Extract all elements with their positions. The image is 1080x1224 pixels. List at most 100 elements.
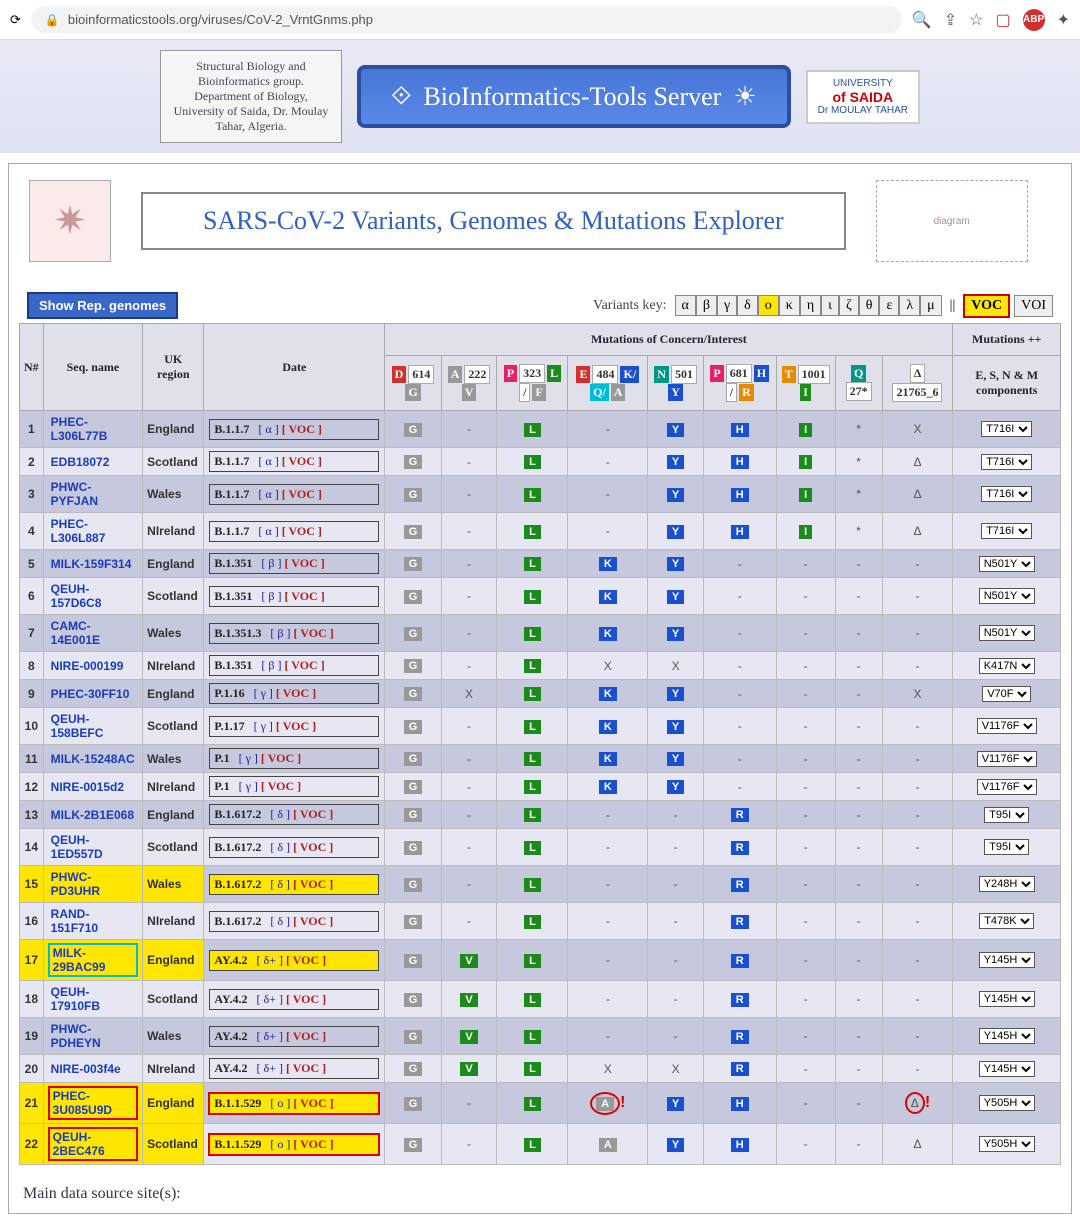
greek-key-λ[interactable]: λ: [899, 295, 920, 316]
mutation-cell: R: [704, 903, 776, 940]
mutation-select[interactable]: V1176F: [977, 718, 1037, 734]
mutation-select[interactable]: N501Y: [979, 588, 1035, 604]
mutation-select[interactable]: T716I: [981, 454, 1032, 470]
star-icon[interactable]: ☆: [969, 10, 983, 30]
mutation-cell: *: [835, 476, 882, 513]
lineage-box[interactable]: AY.4.2 [ δ+ ] [ VOC ]: [209, 1026, 379, 1047]
voi-chip[interactable]: VOI: [1014, 295, 1053, 317]
mutation-cell: Y: [648, 550, 704, 578]
lineage-box[interactable]: AY.4.2 [ δ+ ] [ VOC ]: [209, 1058, 379, 1079]
row-number: 4: [20, 513, 44, 550]
mutation-cell: -: [882, 652, 953, 680]
abp-icon[interactable]: ABP: [1023, 9, 1045, 31]
sequence-link[interactable]: QEUH-157D6C8: [48, 581, 138, 611]
sequence-link[interactable]: QEUH-1ED557D: [48, 832, 138, 862]
greek-key-κ[interactable]: κ: [779, 295, 800, 316]
greek-key-ο[interactable]: ο: [758, 295, 779, 316]
lineage-box[interactable]: B.1.351 [ β ] [ VOC ]: [209, 655, 379, 676]
greek-key-θ[interactable]: θ: [859, 295, 880, 316]
sequence-link[interactable]: PHEC-30FF10: [48, 686, 133, 702]
share-icon[interactable]: ⇪: [944, 10, 957, 30]
mutation-cell: -: [648, 829, 704, 866]
mutation-select[interactable]: K417N: [979, 658, 1035, 674]
sequence-link[interactable]: NIRE-003f4e: [48, 1061, 124, 1077]
greek-key-ι[interactable]: ι: [821, 295, 839, 316]
mutation-select[interactable]: T716I: [981, 421, 1032, 437]
mutation-select[interactable]: N501Y: [979, 556, 1035, 572]
greek-key-η[interactable]: η: [800, 295, 821, 316]
lineage-box[interactable]: P.1.17 [ γ ] [ VOC ]: [209, 716, 379, 737]
mutation-select[interactable]: Y145H: [979, 1061, 1035, 1077]
lineage-box[interactable]: B.1.1.529 [ ο ] [ VOC ]: [208, 1092, 380, 1115]
sequence-link[interactable]: MILK-159F314: [48, 556, 135, 572]
zoom-icon[interactable]: 🔍: [912, 10, 932, 30]
greek-key-α[interactable]: α: [675, 295, 696, 316]
region-cell: Scotland: [143, 708, 204, 745]
mutation-select[interactable]: V1176F: [977, 751, 1037, 767]
sequence-link[interactable]: EDB18072: [48, 454, 113, 470]
mutation-select[interactable]: T716I: [981, 523, 1032, 539]
sequence-link[interactable]: PHEC-L306L77B: [48, 414, 138, 444]
greek-key-γ[interactable]: γ: [717, 295, 737, 316]
mutation-select[interactable]: T95I: [984, 839, 1029, 855]
greek-key-μ[interactable]: μ: [920, 295, 942, 316]
sequence-link[interactable]: QEUH-17910FB: [48, 984, 138, 1014]
reload-icon[interactable]: ⟳: [10, 12, 21, 28]
sequence-link[interactable]: NIRE-0015d2: [48, 779, 127, 795]
mutation-select[interactable]: Y145H: [979, 1028, 1035, 1044]
lineage-box[interactable]: P.1 [ γ ] [ VOC ]: [209, 748, 379, 769]
lineage-box[interactable]: B.1.617.2 [ δ ] [ VOC ]: [209, 874, 379, 895]
voc-chip[interactable]: VOC: [963, 294, 1010, 318]
sequence-link[interactable]: PHEC-3U085U9D: [48, 1086, 138, 1120]
lineage-box[interactable]: P.1 [ γ ] [ VOC ]: [209, 776, 379, 797]
sequence-link[interactable]: NIRE-000199: [48, 658, 127, 674]
greek-key-δ[interactable]: δ: [737, 295, 758, 316]
lineage-box[interactable]: B.1.1.7 [ α ] [ VOC ]: [209, 451, 379, 472]
lineage-box[interactable]: B.1.351 [ β ] [ VOC ]: [209, 586, 379, 607]
lineage-box[interactable]: AY.4.2 [ δ+ ] [ VOC ]: [209, 989, 379, 1010]
lineage-box[interactable]: B.1.351 [ β ] [ VOC ]: [209, 553, 379, 574]
mutation-cell: Y: [648, 1124, 704, 1165]
lineage-box[interactable]: B.1.1.529 [ ο ] [ VOC ]: [208, 1133, 380, 1156]
shield-icon[interactable]: ▢: [995, 10, 1010, 30]
greek-key-ζ[interactable]: ζ: [839, 295, 859, 316]
url-box[interactable]: 🔒 bioinformaticstools.org/viruses/CoV-2_…: [31, 6, 902, 33]
mutation-select[interactable]: V70F: [982, 686, 1031, 702]
sequence-link[interactable]: PHWC-PD3UHR: [48, 869, 138, 899]
lineage-box[interactable]: B.1.351.3 [ β ] [ VOC ]: [209, 623, 379, 644]
show-genomes-button[interactable]: Show Rep. genomes: [27, 292, 178, 319]
mutation-select[interactable]: Y248H: [979, 876, 1035, 892]
lineage-box[interactable]: B.1.1.7 [ α ] [ VOC ]: [209, 521, 379, 542]
sequence-link[interactable]: QEUH-2BEC476: [48, 1127, 138, 1161]
lineage-box[interactable]: B.1.1.7 [ α ] [ VOC ]: [209, 419, 379, 440]
sequence-link[interactable]: PHWC-PDHEYN: [48, 1021, 138, 1051]
lineage-box[interactable]: B.1.1.7 [ α ] [ VOC ]: [209, 484, 379, 505]
mutation-select[interactable]: Y145H: [979, 991, 1035, 1007]
lineage-box[interactable]: P.1.16 [ γ ] [ VOC ]: [209, 683, 379, 704]
mutation-select[interactable]: Y505H: [979, 1095, 1035, 1111]
mutation-select[interactable]: N501Y: [979, 625, 1035, 641]
sequence-link[interactable]: PHEC-L306L887: [48, 516, 138, 546]
sequence-link[interactable]: MILK-29BAC99: [48, 943, 138, 977]
lineage-box[interactable]: B.1.617.2 [ δ ] [ VOC ]: [209, 804, 379, 825]
lineage-box[interactable]: B.1.617.2 [ δ ] [ VOC ]: [209, 911, 379, 932]
mutation-select[interactable]: Y145H: [979, 952, 1035, 968]
lineage-box[interactable]: AY.4.2 [ δ+ ] [ VOC ]: [209, 950, 379, 971]
mutation-cell: Y: [648, 773, 704, 801]
lineage-box[interactable]: B.1.617.2 [ δ ] [ VOC ]: [209, 837, 379, 858]
greek-key-ε[interactable]: ε: [879, 295, 899, 316]
mutation-select[interactable]: T95I: [984, 807, 1029, 823]
sequence-link[interactable]: QEUH-158BEFC: [48, 711, 138, 741]
sequence-link[interactable]: RAND-151F710: [48, 906, 138, 936]
mutation-select[interactable]: Y505H: [979, 1136, 1035, 1152]
mutation-select[interactable]: T478K: [979, 913, 1034, 929]
mutation-select[interactable]: T716I: [981, 486, 1032, 502]
extensions-icon[interactable]: ✦: [1057, 10, 1070, 30]
sequence-link[interactable]: CAMC-14E001E: [48, 618, 138, 648]
sequence-link[interactable]: MILK-15248AC: [48, 751, 138, 767]
mutation-select[interactable]: V1176F: [977, 779, 1037, 795]
sequence-link[interactable]: MILK-2B1E068: [48, 807, 137, 823]
mutation-cell: G: [385, 981, 441, 1018]
sequence-link[interactable]: PHWC-PYFJAN: [48, 479, 138, 509]
greek-key-β[interactable]: β: [696, 295, 717, 316]
